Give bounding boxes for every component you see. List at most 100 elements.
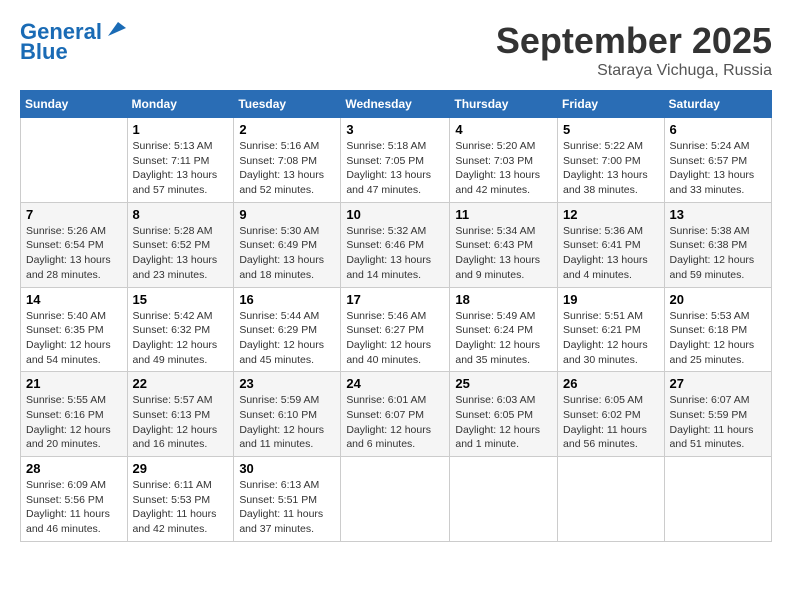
calendar-cell: 15 Sunrise: 5:42 AM Sunset: 6:32 PM Dayli… <box>127 287 234 372</box>
day-info: Sunrise: 5:34 AM Sunset: 6:43 PM Dayligh… <box>455 224 552 283</box>
day-number: 24 <box>346 376 444 391</box>
day-number: 11 <box>455 207 552 222</box>
weekday-header: Monday <box>127 91 234 118</box>
logo-bird-icon <box>104 18 126 40</box>
calendar-week-row: 28 Sunrise: 6:09 AM Sunset: 5:56 PM Dayli… <box>21 457 772 542</box>
day-info: Sunrise: 5:55 AM Sunset: 6:16 PM Dayligh… <box>26 393 122 452</box>
calendar-cell <box>21 118 128 203</box>
logo: General Blue <box>20 20 126 64</box>
calendar-cell: 21 Sunrise: 5:55 AM Sunset: 6:16 PM Dayli… <box>21 372 128 457</box>
day-info: Sunrise: 5:26 AM Sunset: 6:54 PM Dayligh… <box>26 224 122 283</box>
day-number: 3 <box>346 122 444 137</box>
calendar-cell: 19 Sunrise: 5:51 AM Sunset: 6:21 PM Dayli… <box>558 287 665 372</box>
calendar-cell: 20Sunrise: 5:53 AM Sunset: 6:18 PM Dayli… <box>664 287 771 372</box>
day-number: 6 <box>670 122 766 137</box>
day-number: 28 <box>26 461 122 476</box>
day-number: 5 <box>563 122 659 137</box>
calendar-cell: 24 Sunrise: 6:01 AM Sunset: 6:07 PM Dayli… <box>341 372 450 457</box>
day-number: 30 <box>239 461 335 476</box>
day-info: Sunrise: 5:49 AM Sunset: 6:24 PM Dayligh… <box>455 309 552 368</box>
calendar-cell: 11 Sunrise: 5:34 AM Sunset: 6:43 PM Dayli… <box>450 202 558 287</box>
day-info: Sunrise: 6:03 AM Sunset: 6:05 PM Dayligh… <box>455 393 552 452</box>
day-info: Sunrise: 5:32 AM Sunset: 6:46 PM Dayligh… <box>346 224 444 283</box>
calendar-cell: 18 Sunrise: 5:49 AM Sunset: 6:24 PM Dayli… <box>450 287 558 372</box>
day-info: Sunrise: 5:22 AM Sunset: 7:00 PM Dayligh… <box>563 139 659 198</box>
calendar-cell: 30 Sunrise: 6:13 AM Sunset: 5:51 PM Dayli… <box>234 457 341 542</box>
weekday-header: Sunday <box>21 91 128 118</box>
day-number: 4 <box>455 122 552 137</box>
calendar-cell <box>341 457 450 542</box>
calendar-cell: 23Sunrise: 5:59 AM Sunset: 6:10 PM Dayli… <box>234 372 341 457</box>
day-info: Sunrise: 5:13 AM Sunset: 7:11 PM Dayligh… <box>133 139 229 198</box>
day-number: 2 <box>239 122 335 137</box>
calendar-cell: 5 Sunrise: 5:22 AM Sunset: 7:00 PM Daylig… <box>558 118 665 203</box>
day-number: 18 <box>455 292 552 307</box>
calendar-cell: 6Sunrise: 5:24 AM Sunset: 6:57 PM Daylig… <box>664 118 771 203</box>
day-info: Sunrise: 6:05 AM Sunset: 6:02 PM Dayligh… <box>563 393 659 452</box>
day-number: 14 <box>26 292 122 307</box>
day-info: Sunrise: 5:36 AM Sunset: 6:41 PM Dayligh… <box>563 224 659 283</box>
calendar-cell: 22Sunrise: 5:57 AM Sunset: 6:13 PM Dayli… <box>127 372 234 457</box>
calendar-cell <box>450 457 558 542</box>
day-info: Sunrise: 5:28 AM Sunset: 6:52 PM Dayligh… <box>133 224 229 283</box>
title-block: September 2025 Staraya Vichuga, Russia <box>496 20 772 80</box>
day-number: 25 <box>455 376 552 391</box>
day-number: 27 <box>670 376 766 391</box>
location-subtitle: Staraya Vichuga, Russia <box>496 62 772 80</box>
calendar-cell: 16Sunrise: 5:44 AM Sunset: 6:29 PM Dayli… <box>234 287 341 372</box>
day-number: 9 <box>239 207 335 222</box>
day-number: 22 <box>133 376 229 391</box>
calendar-cell: 9 Sunrise: 5:30 AM Sunset: 6:49 PM Daylig… <box>234 202 341 287</box>
calendar-table: SundayMondayTuesdayWednesdayThursdayFrid… <box>20 90 772 542</box>
calendar-cell: 1 Sunrise: 5:13 AM Sunset: 7:11 PM Daylig… <box>127 118 234 203</box>
calendar-cell: 27Sunrise: 6:07 AM Sunset: 5:59 PM Dayli… <box>664 372 771 457</box>
calendar-cell <box>664 457 771 542</box>
calendar-cell: 8 Sunrise: 5:28 AM Sunset: 6:52 PM Daylig… <box>127 202 234 287</box>
calendar-cell: 28 Sunrise: 6:09 AM Sunset: 5:56 PM Dayli… <box>21 457 128 542</box>
day-info: Sunrise: 6:13 AM Sunset: 5:51 PM Dayligh… <box>239 478 335 537</box>
day-info: Sunrise: 5:18 AM Sunset: 7:05 PM Dayligh… <box>346 139 444 198</box>
day-number: 29 <box>133 461 229 476</box>
weekday-header-row: SundayMondayTuesdayWednesdayThursdayFrid… <box>21 91 772 118</box>
day-number: 21 <box>26 376 122 391</box>
day-number: 10 <box>346 207 444 222</box>
day-number: 16 <box>239 292 335 307</box>
weekday-header: Wednesday <box>341 91 450 118</box>
weekday-header: Tuesday <box>234 91 341 118</box>
day-info: Sunrise: 5:30 AM Sunset: 6:49 PM Dayligh… <box>239 224 335 283</box>
calendar-cell: 10 Sunrise: 5:32 AM Sunset: 6:46 PM Dayli… <box>341 202 450 287</box>
calendar-week-row: 14Sunrise: 5:40 AM Sunset: 6:35 PM Dayli… <box>21 287 772 372</box>
day-info: Sunrise: 5:46 AM Sunset: 6:27 PM Dayligh… <box>346 309 444 368</box>
calendar-cell: 29 Sunrise: 6:11 AM Sunset: 5:53 PM Dayli… <box>127 457 234 542</box>
day-info: Sunrise: 5:51 AM Sunset: 6:21 PM Dayligh… <box>563 309 659 368</box>
day-info: Sunrise: 6:09 AM Sunset: 5:56 PM Dayligh… <box>26 478 122 537</box>
calendar-cell: 7 Sunrise: 5:26 AM Sunset: 6:54 PM Daylig… <box>21 202 128 287</box>
calendar-cell: 14Sunrise: 5:40 AM Sunset: 6:35 PM Dayli… <box>21 287 128 372</box>
day-number: 15 <box>133 292 229 307</box>
day-number: 19 <box>563 292 659 307</box>
calendar-cell: 26Sunrise: 6:05 AM Sunset: 6:02 PM Dayli… <box>558 372 665 457</box>
day-number: 13 <box>670 207 766 222</box>
day-number: 8 <box>133 207 229 222</box>
calendar-week-row: 7 Sunrise: 5:26 AM Sunset: 6:54 PM Daylig… <box>21 202 772 287</box>
day-number: 23 <box>239 376 335 391</box>
day-info: Sunrise: 5:16 AM Sunset: 7:08 PM Dayligh… <box>239 139 335 198</box>
day-info: Sunrise: 5:42 AM Sunset: 6:32 PM Dayligh… <box>133 309 229 368</box>
calendar-week-row: 21 Sunrise: 5:55 AM Sunset: 6:16 PM Dayli… <box>21 372 772 457</box>
day-info: Sunrise: 6:01 AM Sunset: 6:07 PM Dayligh… <box>346 393 444 452</box>
day-number: 7 <box>26 207 122 222</box>
month-title: September 2025 <box>496 20 772 62</box>
logo-line2: Blue <box>20 40 68 64</box>
calendar-cell: 25 Sunrise: 6:03 AM Sunset: 6:05 PM Dayli… <box>450 372 558 457</box>
day-info: Sunrise: 5:53 AM Sunset: 6:18 PM Dayligh… <box>670 309 766 368</box>
weekday-header: Saturday <box>664 91 771 118</box>
day-number: 17 <box>346 292 444 307</box>
day-number: 12 <box>563 207 659 222</box>
calendar-cell: 12 Sunrise: 5:36 AM Sunset: 6:41 PM Dayli… <box>558 202 665 287</box>
day-info: Sunrise: 5:38 AM Sunset: 6:38 PM Dayligh… <box>670 224 766 283</box>
page-header: General Blue September 2025 Staraya Vich… <box>20 20 772 80</box>
day-number: 1 <box>133 122 229 137</box>
calendar-cell: 3 Sunrise: 5:18 AM Sunset: 7:05 PM Daylig… <box>341 118 450 203</box>
day-info: Sunrise: 6:11 AM Sunset: 5:53 PM Dayligh… <box>133 478 229 537</box>
day-info: Sunrise: 5:20 AM Sunset: 7:03 PM Dayligh… <box>455 139 552 198</box>
